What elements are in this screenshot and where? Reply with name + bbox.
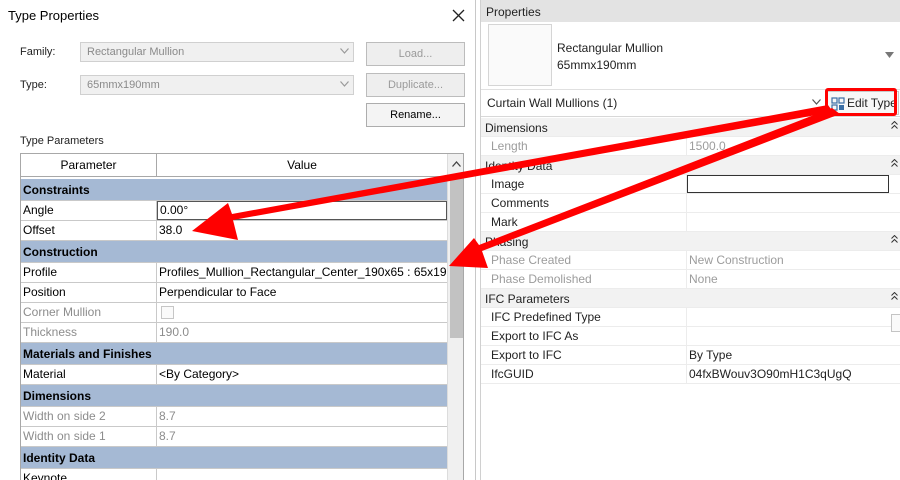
dialog-titlebar: Type Properties [0,0,476,32]
param-row-width-side-2: Width on side 2 8.7 [21,407,447,427]
grid-scrollbar[interactable] [447,154,463,480]
props-group-dimensions[interactable]: Dimensions [481,118,900,137]
dialog-title: Type Properties [8,8,100,23]
type-selector-type: 65mmx190mm [557,58,637,72]
prop-row-phase-demolished: Phase Demolished None [481,270,900,289]
collapse-icon[interactable] [891,121,898,129]
rename-button[interactable]: Rename... [366,103,465,127]
type-dropdown[interactable]: 65mmx190mm [80,75,354,95]
comments-value-input[interactable] [687,194,897,212]
param-row-offset[interactable]: Offset 38.0 [21,221,447,241]
param-row-material[interactable]: Material <By Category> [21,365,447,385]
group-identity-data[interactable]: Identity Data [21,447,447,469]
props-group-ifc-parameters[interactable]: IFC Parameters [481,289,900,308]
param-row-keynote[interactable]: Keynote [21,469,447,480]
edit-type-highlight-box [825,88,897,116]
group-materials-and-finishes[interactable]: Materials and Finishes [21,343,447,365]
props-group-phasing[interactable]: Phasing [481,232,900,251]
type-parameters-heading: Type Parameters [20,135,104,147]
prop-row-ifcguid[interactable]: IfcGUID 04fxBWouv3O90mH1C3qUgQ [481,365,900,384]
material-value[interactable]: <By Category> [157,365,447,384]
position-value-dropdown[interactable]: Perpendicular to Face [157,283,447,302]
prop-row-length: Length 1500.0 [481,137,900,156]
properties-header: Properties [481,0,900,22]
mark-value-input[interactable] [687,213,897,231]
param-row-thickness: Thickness 190.0 [21,323,447,343]
prop-row-mark[interactable]: Mark [481,213,900,232]
family-label: Family: [20,46,56,58]
offset-value-input[interactable]: 38.0 [157,221,447,240]
scroll-up-button[interactable] [448,154,463,176]
props-group-identity-data[interactable]: Identity Data [481,156,900,175]
family-dropdown[interactable]: Rectangular Mullion [80,42,354,62]
type-label: Type: [20,79,47,91]
corner-mullion-checkbox[interactable] [161,306,174,319]
image-value-input[interactable] [687,175,889,193]
properties-list: Dimensions Length 1500.0 Identity Data I… [481,118,900,480]
close-button[interactable] [446,3,472,29]
close-icon [452,9,465,22]
keynote-value[interactable] [157,469,447,480]
chevron-down-icon[interactable] [885,52,894,58]
family-value: Rectangular Mullion [87,46,185,58]
grid-header: Parameter Value [21,154,447,177]
group-dimensions[interactable]: Dimensions [21,385,447,407]
type-selector-family: Rectangular Mullion [557,41,664,55]
collapse-icon[interactable] [891,159,898,167]
type-parameters-grid: Parameter Value Constraints Angle 0.00° … [20,153,464,480]
group-construction[interactable]: Construction [21,241,447,263]
instance-filter-dropdown[interactable]: Curtain Wall Mullions (1) [487,96,617,110]
prop-row-ifc-predefined-type[interactable]: IFC Predefined Type [481,308,900,327]
chevron-down-icon [340,48,349,54]
param-row-corner-mullion: Corner Mullion [21,303,447,323]
param-row-position[interactable]: Position Perpendicular to Face [21,283,447,303]
prop-row-comments[interactable]: Comments [481,194,900,213]
type-properties-dialog: Type Properties Family: Rectangular Mull… [0,0,476,480]
duplicate-button[interactable]: Duplicate... [366,73,465,97]
column-header-parameter[interactable]: Parameter [21,154,157,177]
properties-palette: Properties Rectangular Mullion 65mmx190m… [480,0,900,480]
profile-value-dropdown[interactable]: Profiles_Mullion_Rectangular_Center_190x… [157,263,447,282]
chevron-up-icon [452,161,461,167]
param-row-profile[interactable]: Profile Profiles_Mullion_Rectangular_Cen… [21,263,447,283]
prop-row-image[interactable]: Image [481,175,900,194]
type-preview-image [488,24,552,86]
angle-value-input[interactable]: 0.00° [157,201,447,220]
properties-title: Properties [486,5,541,19]
group-constraints[interactable]: Constraints [21,179,447,201]
prop-row-phase-created: Phase Created New Construction [481,251,900,270]
param-row-angle[interactable]: Angle 0.00° [21,201,447,221]
chevron-down-icon[interactable] [812,99,821,105]
prop-row-export-to-ifc-as[interactable]: Export to IFC As [481,327,900,346]
prop-row-export-to-ifc[interactable]: Export to IFC By Type [481,346,900,365]
column-header-value[interactable]: Value [157,154,447,177]
scrollbar-thumb[interactable] [450,178,463,338]
load-button[interactable]: Load... [366,42,465,66]
properties-scrollbar[interactable] [891,314,900,332]
collapse-icon[interactable] [891,235,898,243]
type-selector[interactable]: Rectangular Mullion 65mmx190mm [481,22,900,90]
param-row-width-side-1: Width on side 1 8.7 [21,427,447,447]
collapse-icon[interactable] [891,292,898,300]
type-value: 65mmx190mm [87,79,160,91]
chevron-down-icon [340,81,349,87]
